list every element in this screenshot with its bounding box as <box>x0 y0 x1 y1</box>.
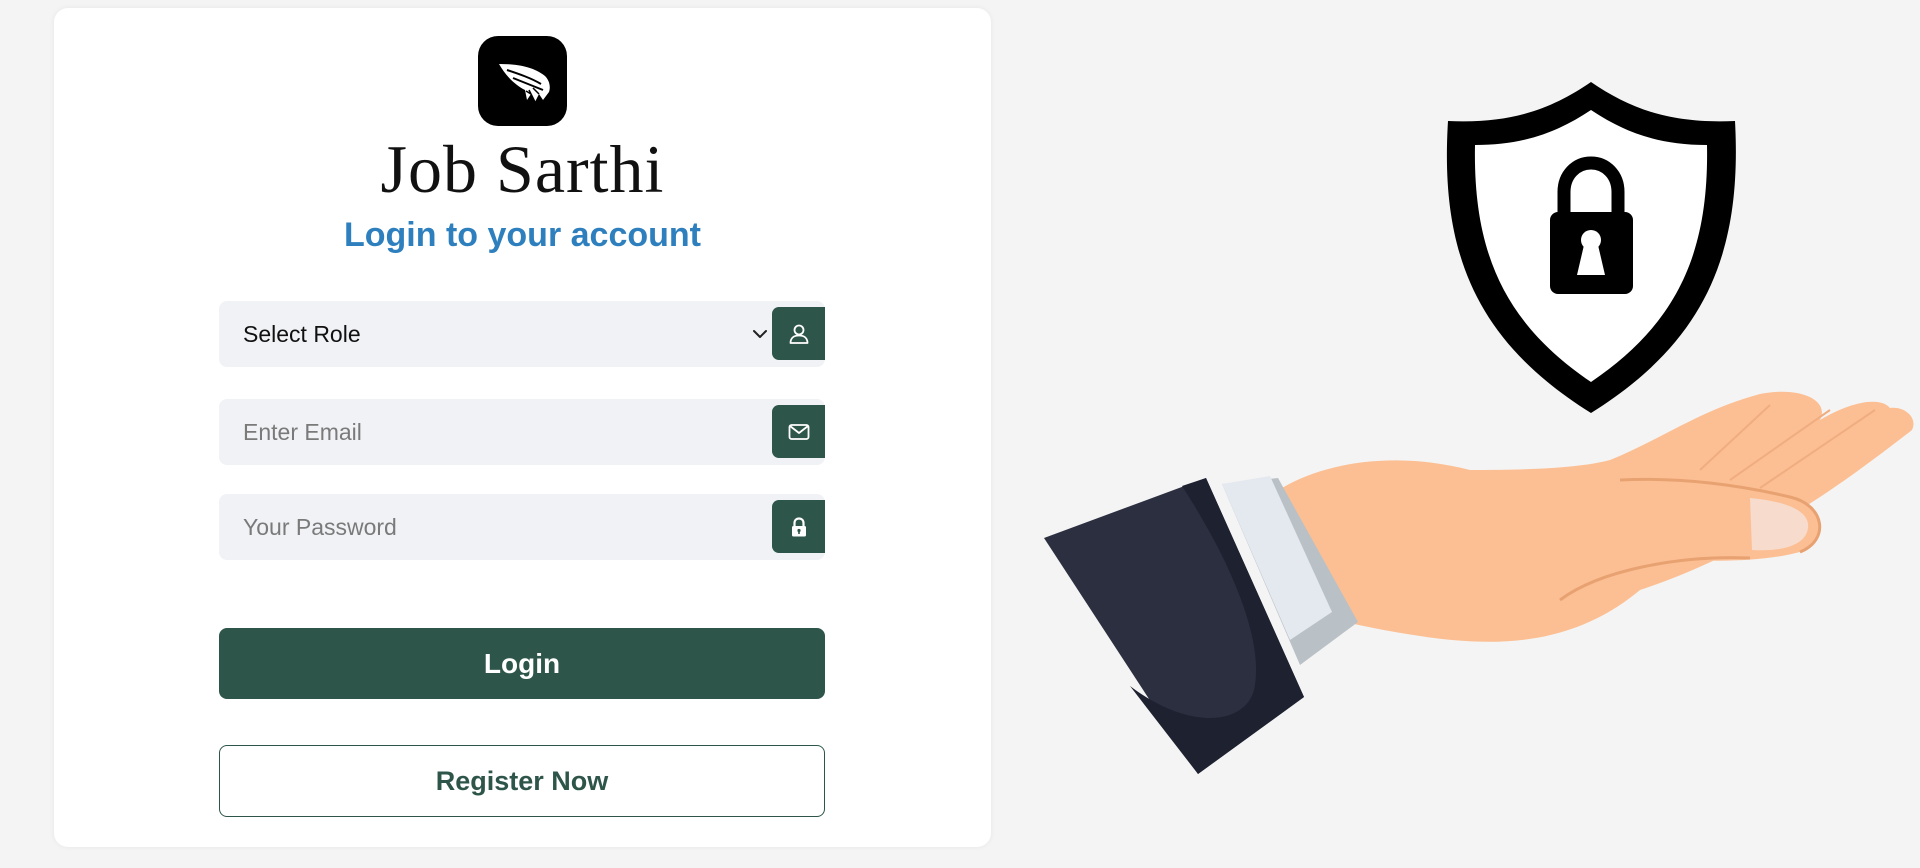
login-subtitle: Login to your account <box>344 216 701 254</box>
shield-lock-icon <box>1446 82 1736 413</box>
register-button[interactable]: Register Now <box>219 745 825 817</box>
mail-icon <box>788 423 809 440</box>
brand-name: Job Sarthi <box>380 131 665 207</box>
open-hand-icon <box>1044 391 1914 774</box>
role-select[interactable]: Select Role <box>219 301 825 367</box>
role-icon-button <box>772 307 825 360</box>
user-icon <box>789 324 808 344</box>
brand-logo <box>478 36 567 126</box>
password-icon-button <box>772 500 825 553</box>
email-field[interactable]: Enter Email <box>219 399 825 465</box>
role-select-value: Select Role <box>243 321 361 347</box>
password-field[interactable]: Your Password <box>219 494 825 560</box>
wing-icon <box>498 64 550 103</box>
email-icon-button <box>772 405 825 458</box>
chevron-down-icon <box>753 330 767 338</box>
login-button[interactable]: Login <box>219 628 825 699</box>
email-placeholder: Enter Email <box>243 419 362 445</box>
security-illustration <box>1044 82 1914 774</box>
lock-icon <box>791 516 806 536</box>
password-placeholder: Your Password <box>243 514 397 540</box>
